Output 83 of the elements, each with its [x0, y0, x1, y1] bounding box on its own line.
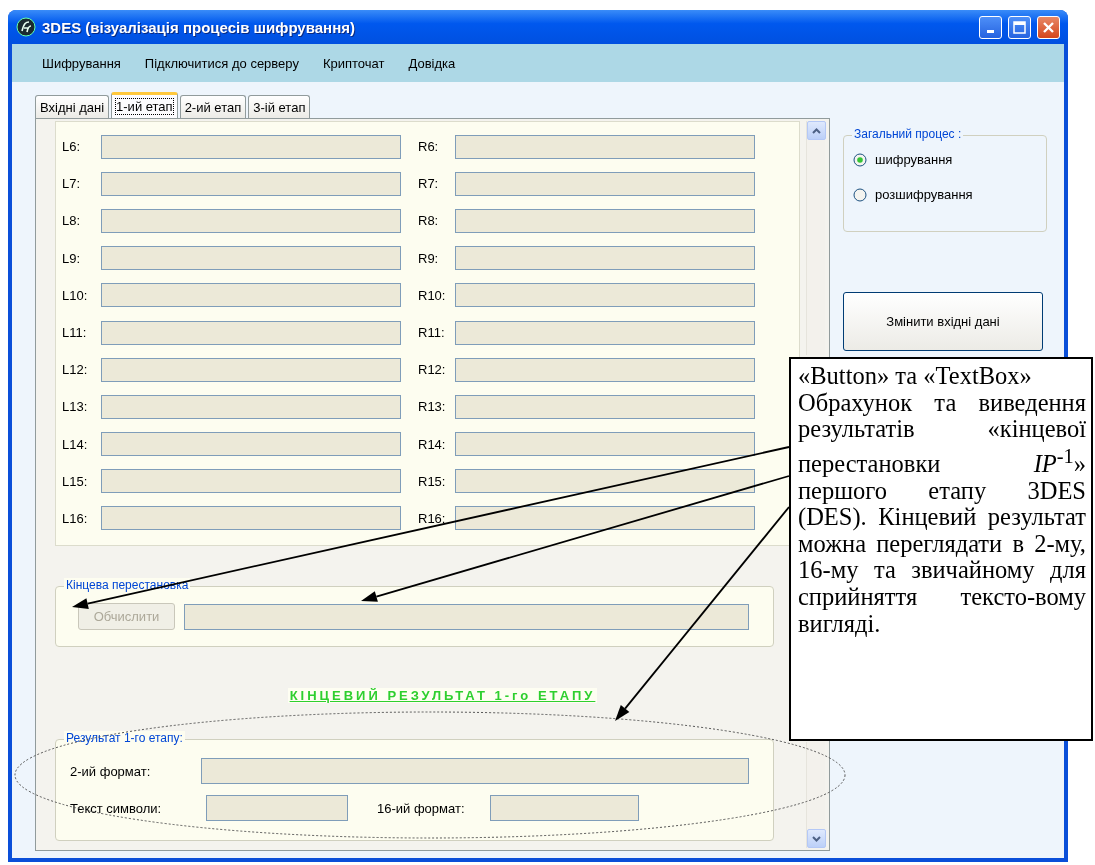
- text-field[interactable]: [455, 283, 755, 308]
- menu-item[interactable]: Підключитися до серверу: [132, 55, 311, 71]
- field-label: R7:: [418, 176, 440, 192]
- caret-up-icon: [812, 127, 821, 134]
- text-field[interactable]: [455, 469, 755, 494]
- scroll-down-button[interactable]: [807, 829, 826, 848]
- text-field[interactable]: [490, 795, 639, 822]
- close-button[interactable]: [1037, 15, 1060, 39]
- field-label: 16-ий формат:: [377, 800, 466, 816]
- field-label: R14:: [418, 436, 447, 452]
- tab[interactable]: 3-ій етап: [248, 95, 311, 118]
- group-title: Загальний процес :: [852, 127, 964, 141]
- text-field[interactable]: [101, 357, 401, 382]
- scrollbar-track[interactable]: [806, 742, 825, 848]
- text-field[interactable]: [455, 208, 755, 233]
- field-label: R6:: [418, 139, 440, 155]
- field-label: R16:: [418, 510, 447, 526]
- text-field[interactable]: [455, 171, 755, 196]
- text-field[interactable]: [101, 320, 401, 345]
- tab[interactable]: 1-ий етап: [111, 92, 178, 118]
- field-label: L11:: [62, 325, 88, 341]
- change-input-button[interactable]: Змінити вхідні дані: [843, 292, 1043, 351]
- field-label: L7:: [62, 176, 82, 192]
- close-icon: [1042, 20, 1055, 34]
- field-label: R10:: [418, 287, 447, 303]
- field-label: L14:: [62, 436, 89, 452]
- text-field[interactable]: [455, 506, 755, 531]
- group-title: Результат 1-го етапу:: [64, 731, 185, 746]
- field-label: L12:: [62, 362, 89, 378]
- radio-label[interactable]: шифрування: [875, 152, 953, 167]
- field-label: L9:: [62, 250, 82, 266]
- text-field[interactable]: [101, 394, 401, 419]
- menu-item[interactable]: Довідка: [396, 55, 468, 71]
- minimize-button[interactable]: [979, 15, 1002, 39]
- text-field[interactable]: [101, 432, 401, 457]
- text-field[interactable]: [455, 134, 755, 159]
- field-label: L8:: [62, 213, 82, 229]
- scrollbar-track[interactable]: [806, 121, 825, 355]
- field-label: R8:: [418, 213, 440, 229]
- text-field[interactable]: [184, 603, 749, 630]
- field-label: R13:: [418, 399, 447, 415]
- callout-text: Обрахунок та виведення результатів «кінцевої перестановки IP$^{-1}$» першого етапу 3DES (DES). Кінцевий результат можна переглядати в 2-му, 16-му та звичайному для сприйняття тексто-вому вигляді.: [798, 389, 1086, 638]
- text-field[interactable]: [101, 283, 401, 308]
- tab[interactable]: Вхідні дані: [35, 95, 110, 118]
- field-label: L15:: [62, 473, 89, 489]
- radio-label[interactable]: розшифрування: [875, 187, 973, 202]
- field-label: R11:: [418, 325, 446, 341]
- callout-title: «Button» та «TextBox»: [798, 363, 1033, 390]
- radio-button[interactable]: [853, 152, 867, 167]
- menu-item[interactable]: Крипточат: [310, 55, 397, 71]
- text-field[interactable]: [101, 506, 401, 531]
- field-label: R15:: [418, 473, 447, 489]
- text-field[interactable]: [455, 432, 755, 457]
- field-label: R9:: [418, 250, 440, 266]
- window-title: 3DES (візуалізація процесів шифрування): [42, 18, 356, 36]
- maximize-button[interactable]: [1008, 15, 1031, 39]
- result-heading: КІНЦЕВИЙ РЕЗУЛЬТАТ 1-го ЕТАПУ: [287, 688, 598, 704]
- text-field[interactable]: [455, 320, 755, 345]
- app-icon: [16, 17, 36, 37]
- text-field[interactable]: [101, 208, 401, 233]
- field-label: 2-ий формат:: [69, 763, 152, 779]
- radio-button[interactable]: [853, 187, 867, 202]
- menu-item[interactable]: Шифрування: [30, 55, 133, 71]
- text-field[interactable]: [201, 758, 749, 785]
- text-field[interactable]: [206, 795, 348, 822]
- text-field[interactable]: [455, 246, 755, 271]
- caret-down-icon: [812, 835, 821, 842]
- text-field[interactable]: [101, 171, 401, 196]
- field-label: L16:: [62, 510, 89, 526]
- field-label: L10:: [62, 287, 89, 303]
- text-field[interactable]: [455, 357, 755, 382]
- minimize-icon: [987, 29, 994, 33]
- text-field[interactable]: [455, 394, 755, 419]
- scroll-up-button[interactable]: [807, 121, 826, 140]
- tab[interactable]: 2-ий етап: [179, 95, 247, 118]
- text-field[interactable]: [101, 134, 401, 159]
- field-label: L13:: [62, 399, 89, 415]
- field-label: Текст символи:: [69, 800, 163, 816]
- field-label: R12:: [418, 362, 447, 378]
- field-label: L6:: [62, 139, 82, 155]
- text-field[interactable]: [101, 246, 401, 271]
- maximize-icon: [1013, 20, 1026, 34]
- text-field[interactable]: [101, 469, 401, 494]
